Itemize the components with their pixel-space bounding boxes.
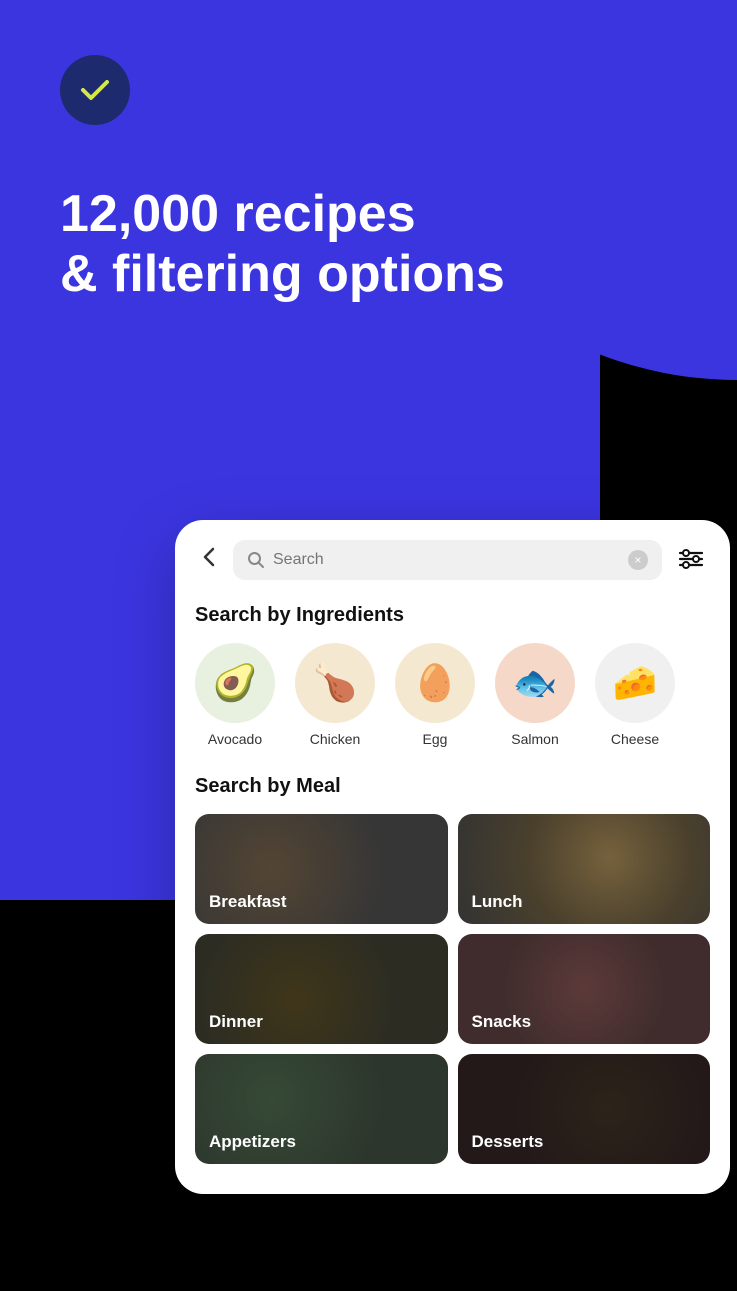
appetizers-label: Appetizers — [209, 1132, 296, 1152]
search-icon — [247, 551, 265, 569]
ingredient-egg[interactable]: 🥚 Egg — [395, 643, 475, 747]
snacks-label: Snacks — [472, 1012, 532, 1032]
desserts-label: Desserts — [472, 1132, 544, 1152]
sliders-icon — [678, 548, 704, 570]
ingredient-chicken[interactable]: 🍗 Chicken — [295, 643, 375, 747]
meal-appetizers[interactable]: Appetizers — [195, 1054, 448, 1164]
app-card: × Search by Ingredients 🥑 Avocado 🍗 Chic… — [175, 520, 730, 1194]
back-arrow-icon — [203, 547, 215, 567]
hero-section: 12,000 recipes & filtering options — [0, 0, 737, 305]
ingredient-avocado[interactable]: 🥑 Avocado — [195, 643, 275, 747]
chicken-circle: 🍗 — [295, 643, 375, 723]
ingredients-section: Search by Ingredients 🥑 Avocado 🍗 Chicke… — [195, 604, 710, 747]
egg-label: Egg — [423, 731, 448, 747]
hero-title: 12,000 recipes & filtering options — [60, 185, 677, 305]
search-input-container: × — [233, 540, 662, 580]
back-button[interactable] — [195, 543, 223, 577]
search-bar-row: × — [195, 540, 710, 580]
ingredient-cheese[interactable]: 🧀 Cheese — [595, 643, 675, 747]
clear-button[interactable]: × — [628, 550, 648, 570]
salmon-label: Salmon — [511, 731, 558, 747]
cheese-circle: 🧀 — [595, 643, 675, 723]
avocado-label: Avocado — [208, 731, 262, 747]
lunch-label: Lunch — [472, 892, 523, 912]
ingredient-salmon[interactable]: 🐟 Salmon — [495, 643, 575, 747]
checkmark-icon — [77, 72, 113, 108]
ingredients-title: Search by Ingredients — [195, 604, 710, 627]
meal-dinner[interactable]: Dinner — [195, 934, 448, 1044]
meal-lunch[interactable]: Lunch — [458, 814, 711, 924]
egg-circle: 🥚 — [395, 643, 475, 723]
meals-section: Search by Meal Breakfast Lunch Dinner Sn… — [195, 775, 710, 1164]
check-badge — [60, 55, 130, 125]
meals-title: Search by Meal — [195, 775, 710, 798]
cheese-label: Cheese — [611, 731, 659, 747]
meal-grid: Breakfast Lunch Dinner Snacks Appetizers — [195, 814, 710, 1164]
dinner-label: Dinner — [209, 1012, 263, 1032]
search-input[interactable] — [273, 551, 620, 569]
ingredients-row: 🥑 Avocado 🍗 Chicken 🥚 Egg 🐟 Salmon 🧀 Che… — [195, 643, 710, 747]
meal-breakfast[interactable]: Breakfast — [195, 814, 448, 924]
meal-snacks[interactable]: Snacks — [458, 934, 711, 1044]
filter-button[interactable] — [672, 542, 710, 579]
breakfast-label: Breakfast — [209, 892, 287, 912]
salmon-circle: 🐟 — [495, 643, 575, 723]
avocado-circle: 🥑 — [195, 643, 275, 723]
chicken-label: Chicken — [310, 731, 361, 747]
meal-desserts[interactable]: Desserts — [458, 1054, 711, 1164]
